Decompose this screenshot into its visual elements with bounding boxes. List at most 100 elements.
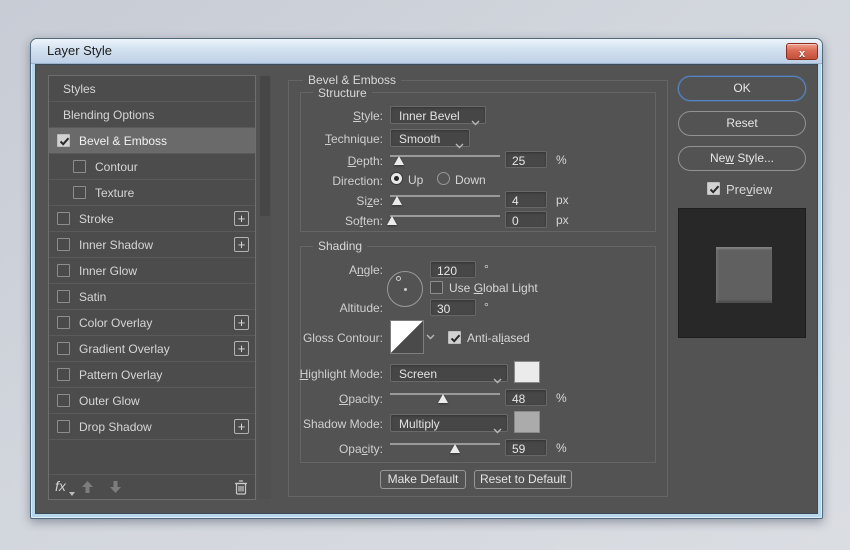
depth-unit: %	[556, 153, 567, 167]
ok-button[interactable]: OK	[678, 76, 806, 101]
depth-input[interactable]: 25	[505, 151, 547, 168]
sidebar-item-stroke[interactable]: Stroke +	[49, 206, 255, 232]
slider-thumb[interactable]	[391, 196, 402, 205]
color-overlay-checkbox[interactable]	[57, 316, 70, 329]
inner-shadow-checkbox[interactable]	[57, 238, 70, 251]
move-effect-up-button[interactable]	[81, 480, 94, 499]
use-global-light-label: Use Global Light	[449, 281, 538, 295]
outer-glow-checkbox[interactable]	[57, 394, 70, 407]
size-slider[interactable]	[390, 192, 500, 206]
fx-caret-icon	[69, 492, 75, 496]
highlight-opacity-slider[interactable]	[390, 390, 500, 404]
drop-shadow-checkbox[interactable]	[57, 420, 70, 433]
shadow-color-swatch[interactable]	[514, 411, 540, 433]
angle-input[interactable]: 120	[430, 261, 476, 278]
technique-dropdown[interactable]: Smooth	[390, 129, 470, 149]
dial-angle-marker	[396, 276, 401, 281]
size-label: Size:	[356, 194, 383, 208]
sidebar-item-styles[interactable]: Styles	[49, 76, 255, 102]
contour-checkbox[interactable]	[73, 160, 86, 173]
pattern-overlay-checkbox[interactable]	[57, 368, 70, 381]
check-icon	[450, 334, 461, 343]
fx-menu-button[interactable]: fx	[55, 478, 75, 496]
altitude-input[interactable]: 30	[430, 299, 476, 316]
angle-dial[interactable]	[387, 271, 423, 307]
add-gradient-overlay-button[interactable]: +	[234, 341, 249, 356]
slider-thumb[interactable]	[393, 156, 404, 165]
add-drop-shadow-button[interactable]: +	[234, 419, 249, 434]
shadow-mode-label: Shadow Mode:	[302, 417, 383, 431]
close-icon: x	[798, 48, 806, 60]
gloss-contour-dropdown[interactable]	[424, 320, 438, 354]
anti-aliased-checkbox[interactable]	[448, 331, 461, 344]
delete-effect-button[interactable]	[234, 479, 248, 500]
size-unit: px	[556, 193, 569, 207]
sidebar-item-gradient-overlay[interactable]: Gradient Overlay +	[49, 336, 255, 362]
bevel-emboss-checkbox[interactable]	[57, 134, 70, 147]
sidebar-item-inner-shadow[interactable]: Inner Shadow +	[49, 232, 255, 258]
effects-list-footer: fx	[49, 474, 255, 499]
dialog-titlebar[interactable]: Layer Style	[31, 39, 822, 64]
highlight-opacity-input[interactable]: 48	[505, 389, 547, 406]
shadow-opacity-label: Opacity:	[338, 442, 383, 456]
soften-label: Soften:	[344, 214, 383, 228]
gloss-contour-thumbnail[interactable]	[390, 320, 424, 354]
dial-center-dot	[404, 288, 407, 291]
sidebar-item-texture[interactable]: Texture	[49, 180, 255, 206]
highlight-mode-dropdown[interactable]: Screen	[390, 364, 508, 384]
sidebar-item-inner-glow[interactable]: Inner Glow	[49, 258, 255, 284]
slider-thumb[interactable]	[437, 394, 448, 403]
shadow-mode-dropdown[interactable]: Multiply	[390, 414, 508, 434]
new-style-button[interactable]: New Style...	[678, 146, 806, 171]
shading-title: Shading	[313, 239, 368, 253]
sidebar-item-drop-shadow[interactable]: Drop Shadow +	[49, 414, 255, 440]
depth-slider[interactable]	[390, 152, 500, 166]
soften-input[interactable]: 0	[505, 211, 547, 228]
add-color-overlay-button[interactable]: +	[234, 315, 249, 330]
texture-checkbox[interactable]	[73, 186, 86, 199]
shadow-opacity-slider[interactable]	[390, 440, 500, 454]
desktop-background: Layer Style x Styles Blending Options Be…	[0, 0, 850, 550]
gloss-contour-label: Gloss Contour:	[302, 331, 383, 345]
soften-slider[interactable]	[387, 212, 500, 226]
reset-to-default-button[interactable]: Reset to Default	[474, 470, 572, 489]
check-icon	[59, 137, 70, 146]
direction-down-radio[interactable]	[437, 172, 450, 185]
sidebar-item-outer-glow[interactable]: Outer Glow	[49, 388, 255, 414]
preview-swatch	[716, 247, 772, 303]
sidebar-item-pattern-overlay[interactable]: Pattern Overlay	[49, 362, 255, 388]
shadow-opacity-unit: %	[556, 441, 567, 455]
sidebar-item-contour[interactable]: Contour	[49, 154, 255, 180]
slider-thumb[interactable]	[449, 444, 460, 453]
make-default-button[interactable]: Make Default	[380, 470, 466, 489]
use-global-light-checkbox[interactable]	[430, 281, 443, 294]
sidebar-item-satin[interactable]: Satin	[49, 284, 255, 310]
shadow-opacity-input[interactable]: 59	[505, 439, 547, 456]
direction-up-label: Up	[408, 173, 424, 187]
sidebar-item-bevel-emboss[interactable]: Bevel & Emboss	[49, 128, 255, 154]
sidebar-item-blending-options[interactable]: Blending Options	[49, 102, 255, 128]
inner-glow-checkbox[interactable]	[57, 264, 70, 277]
satin-checkbox[interactable]	[57, 290, 70, 303]
section-title: Bevel & Emboss	[303, 73, 402, 87]
technique-label: Technique:	[324, 132, 383, 146]
close-button[interactable]: x	[786, 43, 818, 60]
dialog-title: Layer Style	[47, 43, 113, 58]
direction-up-radio[interactable]	[390, 172, 403, 185]
depth-label: Depth:	[347, 154, 383, 168]
add-inner-shadow-button[interactable]: +	[234, 237, 249, 252]
highlight-color-swatch[interactable]	[514, 361, 540, 383]
gradient-overlay-checkbox[interactable]	[57, 342, 70, 355]
highlight-mode-label: Highlight Mode:	[299, 367, 383, 381]
arrow-down-icon	[110, 481, 121, 493]
preview-checkbox[interactable]	[707, 182, 720, 195]
add-stroke-button[interactable]: +	[234, 211, 249, 226]
reset-button[interactable]: Reset	[678, 111, 806, 136]
slider-thumb[interactable]	[387, 216, 398, 225]
soften-unit: px	[556, 213, 569, 227]
style-dropdown[interactable]: Inner Bevel	[390, 106, 486, 126]
size-input[interactable]: 4	[505, 191, 547, 208]
sidebar-item-color-overlay[interactable]: Color Overlay +	[49, 310, 255, 336]
stroke-checkbox[interactable]	[57, 212, 70, 225]
move-effect-down-button[interactable]	[109, 480, 122, 499]
